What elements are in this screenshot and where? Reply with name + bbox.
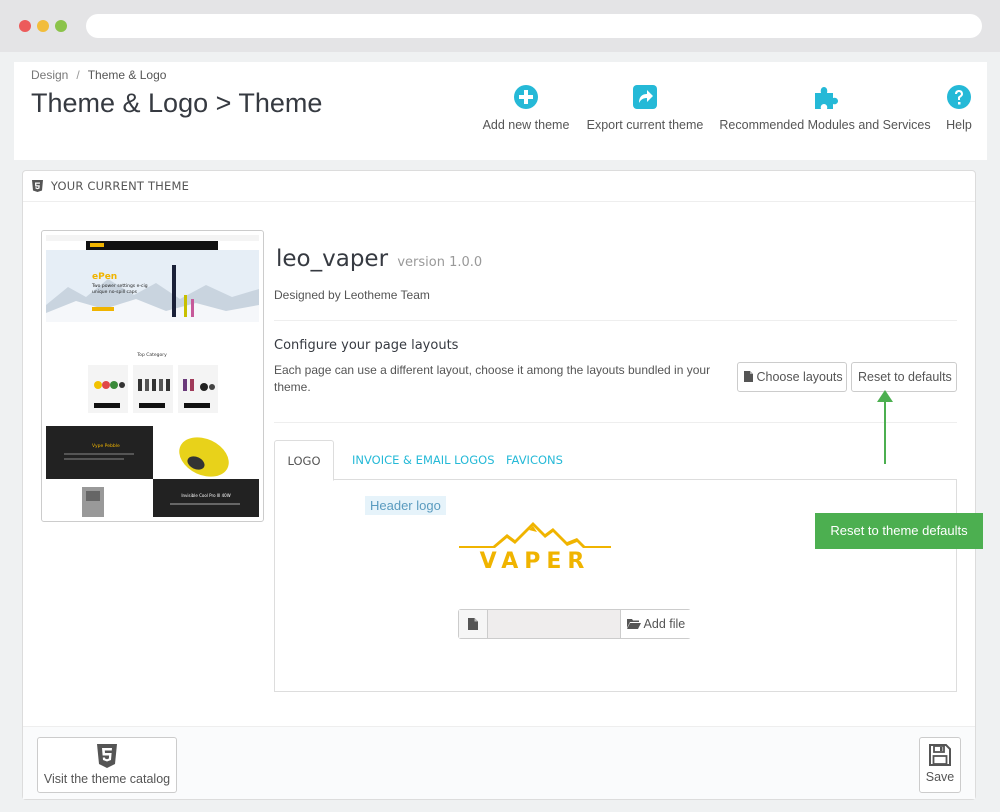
configure-layouts-description: Each page can use a different layout, ch…	[274, 363, 711, 394]
logo-file-input[interactable]	[488, 610, 620, 638]
divider	[274, 320, 957, 321]
html5-icon	[32, 180, 43, 192]
theme-preview-image: ePen Two power settings e-cig unique no-…	[46, 235, 259, 517]
question-circle-icon	[947, 85, 971, 109]
page-header: Design / Theme & Logo Theme & Logo > Theme…	[14, 62, 987, 160]
page-viewport: Design / Theme & Logo Theme & Logo > Theme…	[0, 52, 1000, 812]
preview-promo2: Invisible Cool Pro III 40W	[181, 493, 230, 498]
callout-arrow-line	[884, 398, 886, 464]
theme-name: leo_vaper version 1.0.0	[276, 246, 482, 272]
preview-hero-line2: unique no-spill caps	[92, 289, 138, 295]
puzzle-icon	[815, 87, 838, 109]
help-label: Help	[946, 118, 972, 132]
reset-callout: Reset to theme defaults	[815, 513, 983, 549]
export-current-theme-button[interactable]: Export current theme	[584, 84, 706, 132]
recommended-modules-label: Recommended Modules and Services	[719, 118, 931, 132]
tab-list: LOGO INVOICE & EMAIL LOGOS FAVICONS	[274, 440, 957, 481]
preview-hero-line1: Two power settings e-cig	[91, 283, 148, 289]
window-maximize-dot[interactable]	[55, 20, 67, 32]
logo-file-upload: Add file	[458, 609, 691, 639]
tab-logo[interactable]: LOGO	[274, 440, 334, 481]
tab-favicons[interactable]: FAVICONS	[506, 440, 563, 480]
add-file-button[interactable]: Add file	[620, 610, 691, 638]
choose-layouts-button[interactable]: Choose layouts	[737, 362, 847, 392]
reset-to-defaults-button[interactable]: Reset to defaults	[851, 362, 957, 392]
panel-heading: YOUR CURRENT THEME	[23, 171, 975, 202]
reset-to-defaults-label: Reset to defaults	[858, 370, 952, 384]
theme-version: version 1.0.0	[397, 255, 483, 270]
page-title: Theme & Logo > Theme	[31, 88, 323, 118]
html5-icon	[97, 744, 117, 768]
visit-theme-catalog-button[interactable]: Visit the theme catalog	[37, 737, 177, 793]
theme-name-text: leo_vaper	[276, 246, 389, 272]
save-button[interactable]: Save	[919, 737, 961, 793]
logo-tabs: LOGO INVOICE & EMAIL LOGOS FAVICONS Head…	[274, 440, 957, 692]
address-bar[interactable]	[86, 14, 982, 38]
tab-invoice-email-logos[interactable]: INVOICE & EMAIL LOGOS	[352, 440, 495, 480]
file-icon	[744, 371, 753, 382]
preview-hero-word: ePen	[92, 272, 117, 282]
divider	[274, 422, 957, 423]
logo-text: VAPER	[480, 549, 591, 572]
panel-footer: Visit the theme catalog Save	[23, 726, 975, 799]
vaper-logo: VAPER	[459, 522, 611, 572]
preview-promo1: Vype Pebble	[92, 443, 120, 449]
breadcrumb-separator: /	[76, 68, 80, 82]
choose-layouts-label: Choose layouts	[756, 370, 843, 384]
add-file-label: Add file	[643, 617, 686, 631]
theme-designer: Designed by Leotheme Team	[274, 288, 430, 302]
theme-preview-thumbnail: ePen Two power settings e-cig unique no-…	[41, 230, 264, 522]
configure-layouts-title: Configure your page layouts	[274, 338, 459, 353]
panel-heading-text: YOUR CURRENT THEME	[50, 179, 190, 193]
share-icon	[633, 85, 657, 109]
browser-chrome	[0, 0, 1000, 52]
visit-theme-catalog-label: Visit the theme catalog	[43, 772, 171, 786]
window-minimize-dot[interactable]	[37, 20, 49, 32]
breadcrumb-parent[interactable]: Design	[31, 68, 68, 82]
logo-tab-panel: Header logo VAPER Add file	[274, 480, 957, 692]
save-label: Save	[925, 770, 955, 784]
header-logo-label: Header logo	[365, 496, 446, 515]
export-current-theme-label: Export current theme	[586, 118, 704, 132]
current-theme-panel: YOUR CURRENT THEME ePen Two power settin…	[22, 170, 976, 800]
recommended-modules-button[interactable]: Recommended Modules and Services	[719, 84, 931, 132]
help-button[interactable]: Help	[944, 84, 974, 132]
preview-top-category: Top Category	[136, 352, 167, 358]
floppy-disk-icon	[929, 744, 951, 766]
file-icon-addon	[459, 610, 488, 638]
breadcrumb-current: Theme & Logo	[87, 68, 167, 82]
file-icon	[468, 618, 478, 630]
window-close-dot[interactable]	[19, 20, 31, 32]
folder-open-icon	[626, 619, 641, 629]
breadcrumb: Design / Theme & Logo	[31, 68, 166, 82]
plus-circle-icon	[514, 85, 538, 109]
add-new-theme-button[interactable]: Add new theme	[480, 84, 572, 132]
add-new-theme-label: Add new theme	[482, 118, 570, 132]
